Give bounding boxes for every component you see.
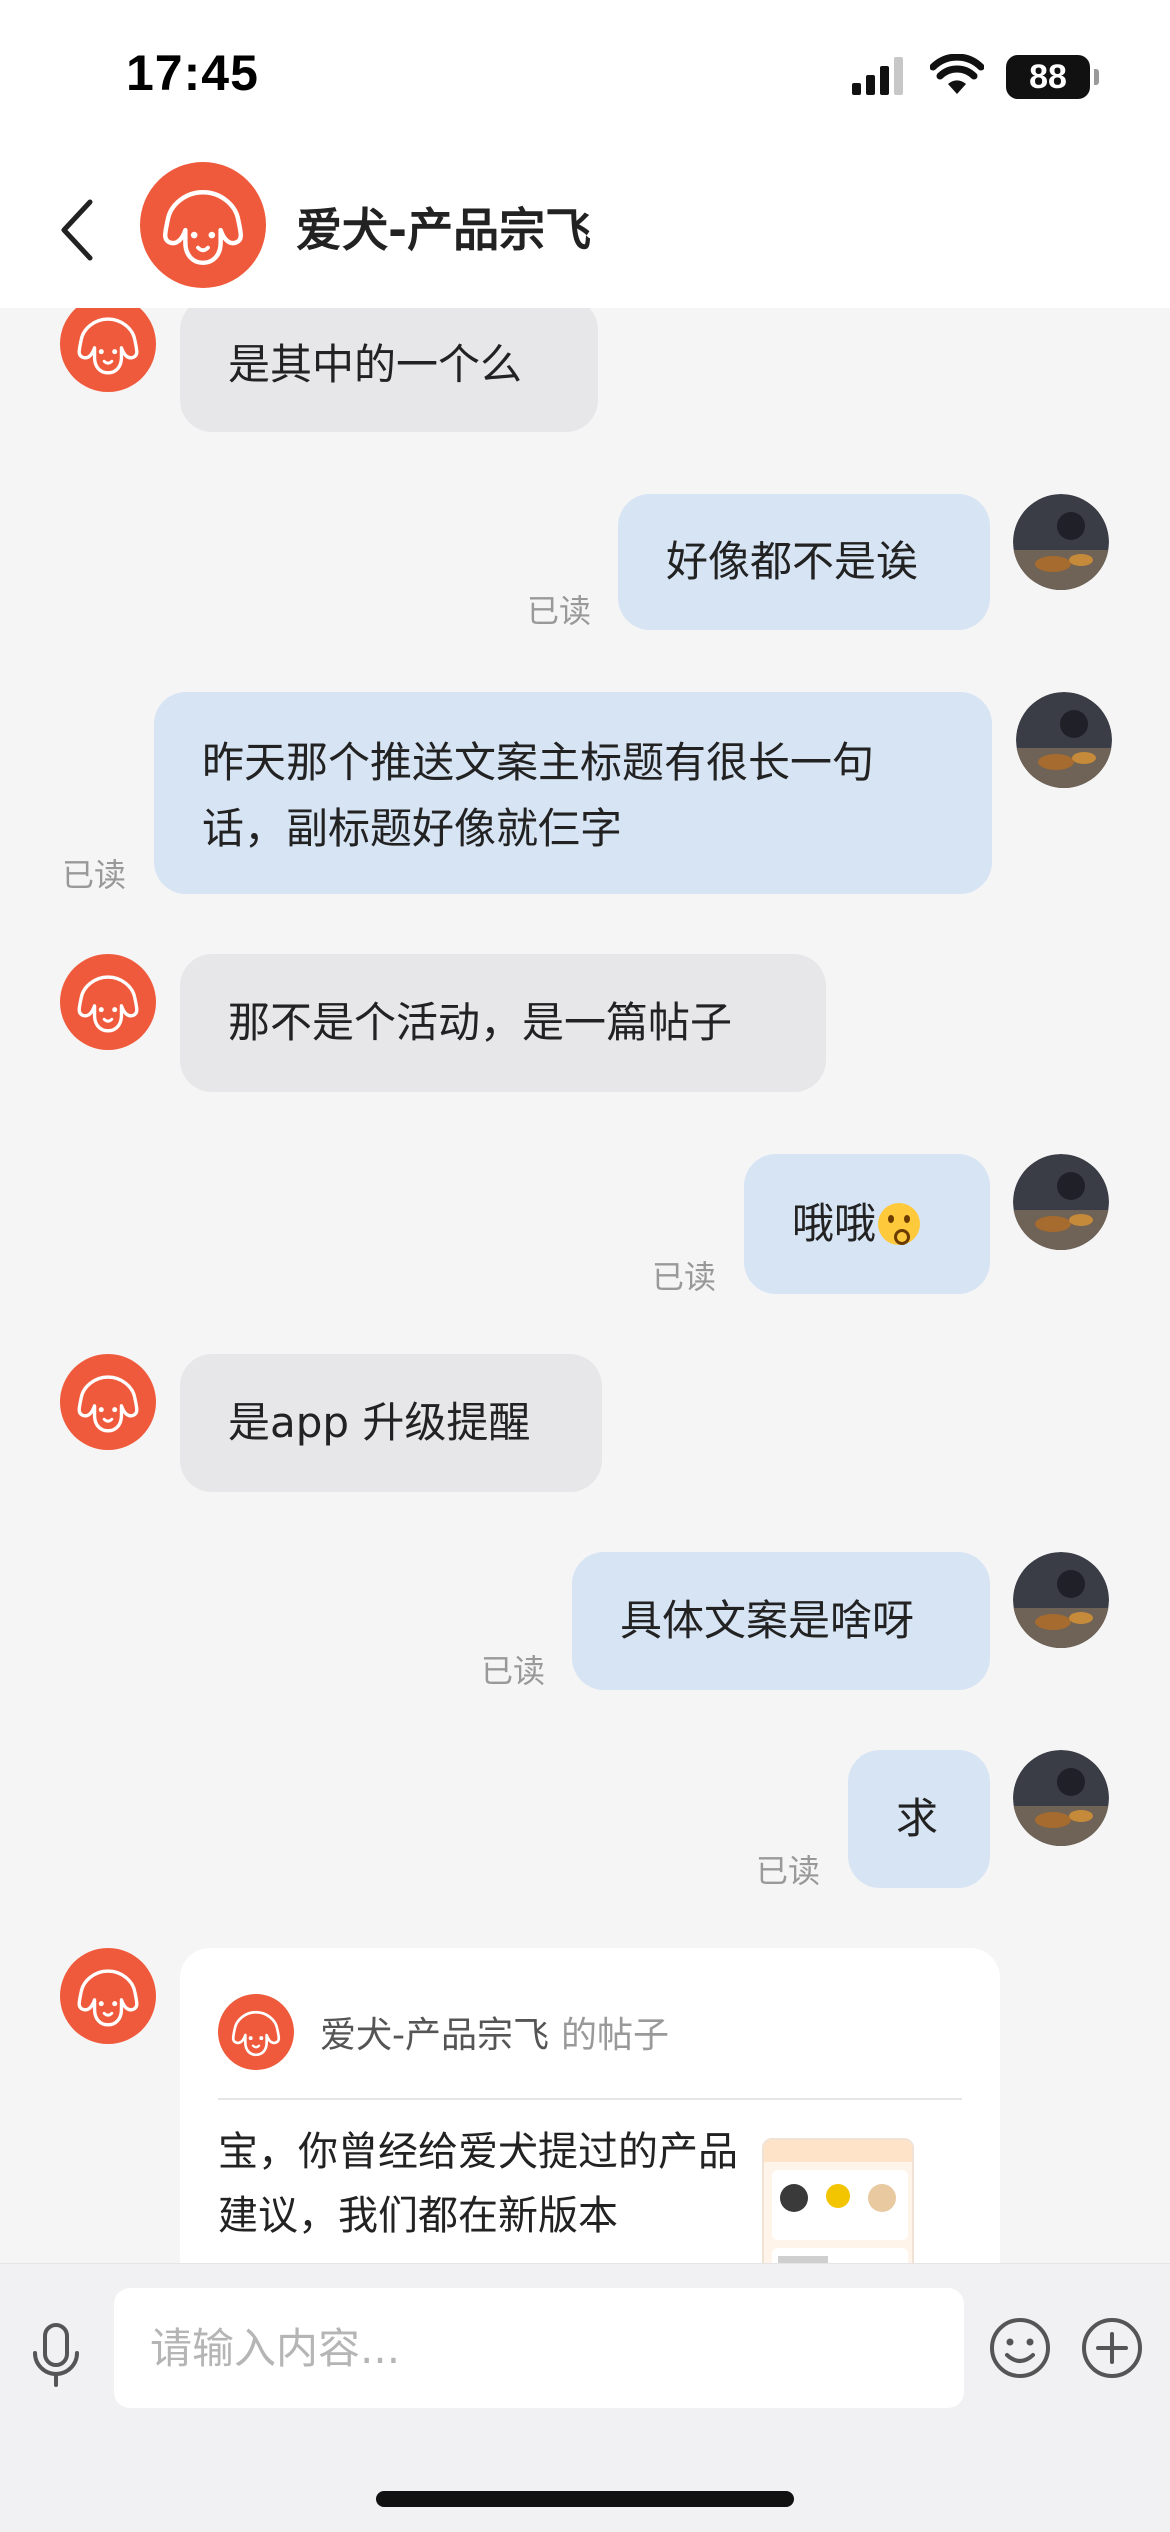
emoji-button[interactable]	[988, 2316, 1052, 2380]
message-text: 是app 升级提醒	[228, 1398, 531, 1447]
user-avatar-image	[1013, 1750, 1109, 1846]
microphone-icon	[33, 2323, 79, 2387]
message-bubble-outgoing[interactable]: 好像都不是诶	[618, 494, 990, 630]
message-bubble-incoming[interactable]: 那不是个活动，是一篇帖子	[180, 954, 826, 1092]
message-text: 求	[896, 1794, 939, 1843]
voice-button[interactable]	[26, 2316, 86, 2396]
contact-avatar[interactable]	[60, 308, 156, 392]
post-header: 爱犬-产品宗飞 的帖子	[218, 1994, 669, 2070]
post-thumbnail-image	[764, 2140, 912, 2263]
cellular-signal-icon	[852, 55, 908, 99]
post-excerpt: 宝，你曾经给爱犬提过的产品建议，我们都在新版本	[218, 2129, 738, 2239]
user-avatar[interactable]	[1013, 494, 1109, 590]
user-avatar[interactable]	[1013, 1750, 1109, 1846]
chat-title: 爱犬-产品宗飞	[296, 203, 592, 257]
contact-avatar[interactable]	[60, 1948, 156, 2044]
post-author-avatar	[218, 1994, 294, 2070]
message-text: 好像都不是诶	[666, 537, 919, 586]
battery-icon: 88	[1006, 55, 1099, 99]
post-divider	[218, 2098, 962, 2100]
user-avatar-image	[1013, 1154, 1109, 1250]
wifi-icon	[929, 53, 985, 100]
message-text: 昨天那个推送文案主标题有很长一句话，副标题好像就仨字	[202, 738, 875, 853]
status-bar: 17:45 88	[0, 0, 1170, 150]
message-bubble-incoming[interactable]: 是其中的一个么	[180, 308, 598, 432]
post-thumbnail	[762, 2138, 914, 2263]
message-bubble-outgoing[interactable]: 昨天那个推送文案主标题有很长一句话，副标题好像就仨字	[154, 692, 992, 894]
home-indicator	[376, 2491, 794, 2507]
user-avatar-image	[1013, 1552, 1109, 1648]
more-button[interactable]	[1080, 2316, 1144, 2380]
hushed-face-icon	[878, 1203, 921, 1245]
message-text: 具体文案是啥呀	[620, 1596, 915, 1645]
message-text: 哦哦	[792, 1199, 877, 1248]
message-text: 那不是个活动，是一篇帖子	[228, 998, 733, 1047]
message-bubble-outgoing[interactable]: 求	[848, 1750, 990, 1888]
chevron-left-icon	[61, 199, 93, 261]
user-avatar[interactable]	[1013, 1552, 1109, 1648]
chat-messages[interactable]: 是其中的一个么 好像都不是诶 已读 昨天那个推送文案主标题有很长一句话，副标题好…	[0, 308, 1170, 2263]
user-avatar-image	[1013, 494, 1109, 590]
input-bar	[0, 2263, 1170, 2532]
post-author: 爱犬-产品宗飞	[320, 2015, 549, 2056]
post-suffix: 的帖子	[561, 2015, 670, 2056]
contact-avatar[interactable]	[140, 162, 266, 288]
status-icons: 88	[852, 52, 1099, 102]
message-bubble-outgoing[interactable]: 哦哦	[744, 1154, 990, 1294]
plus-circle-icon	[1082, 2318, 1142, 2378]
smiley-icon	[990, 2318, 1050, 2378]
read-receipt: 已读	[62, 856, 127, 894]
message-text: 是其中的一个么	[228, 340, 523, 389]
contact-avatar[interactable]	[60, 954, 156, 1050]
read-receipt: 已读	[652, 1258, 717, 1296]
user-avatar[interactable]	[1013, 1154, 1109, 1250]
read-receipt: 已读	[527, 592, 592, 630]
user-avatar-image	[1016, 692, 1112, 788]
contact-avatar[interactable]	[60, 1354, 156, 1450]
back-button[interactable]	[46, 194, 106, 266]
battery-level: 88	[1029, 57, 1067, 96]
message-bubble-incoming[interactable]: 是app 升级提醒	[180, 1354, 602, 1492]
read-receipt: 已读	[756, 1852, 821, 1890]
shared-post-card[interactable]: 爱犬-产品宗飞 的帖子 宝，你曾经给爱犬提过的产品建议，我们都在新版本	[180, 1948, 1000, 2263]
message-input[interactable]	[114, 2288, 964, 2408]
read-receipt: 已读	[481, 1652, 546, 1690]
message-bubble-outgoing[interactable]: 具体文案是啥呀	[572, 1552, 990, 1690]
status-time: 17:45	[126, 45, 259, 101]
chat-header: 爱犬-产品宗飞	[0, 150, 1170, 308]
user-avatar[interactable]	[1016, 692, 1112, 788]
